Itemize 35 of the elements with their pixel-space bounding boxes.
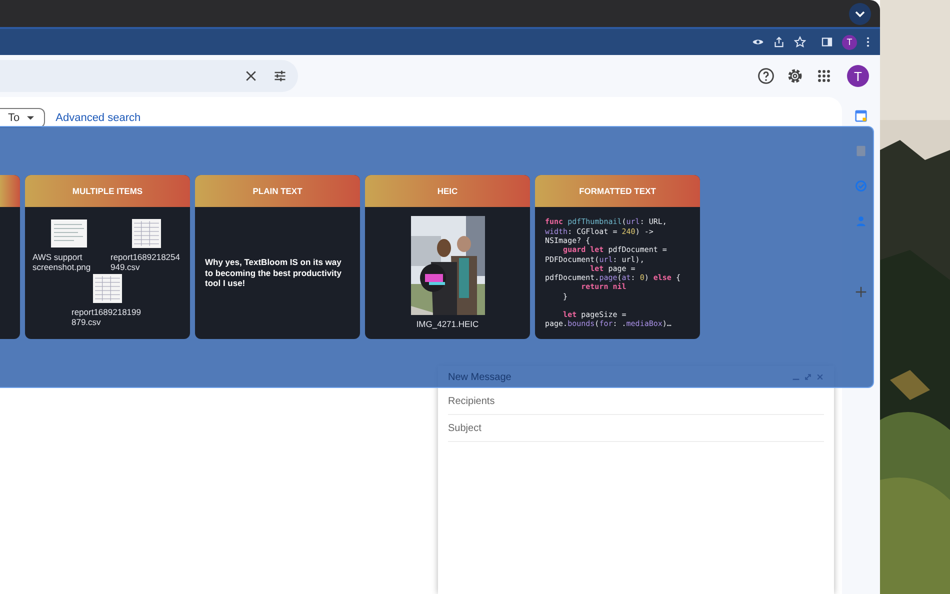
filter-sliders-icon[interactable] (273, 69, 287, 83)
clipboard-card[interactable]: MULTIPLE ITEMS AWS support screenshot.png report1689218254949.csv report1689218199879.csv (25, 175, 190, 339)
file-name: report1689218199879.csv (72, 307, 142, 328)
close-icon[interactable] (244, 69, 258, 83)
clipboard-card[interactable]: HEIC IMG_4271.HEIC (365, 175, 530, 339)
side-panel-icon[interactable] (821, 36, 833, 48)
advanced-search-link[interactable]: Advanced search (56, 112, 141, 124)
card-title: FORMATTED TEXT (579, 186, 656, 196)
chevron-down-icon[interactable] (849, 2, 871, 24)
file-name: report1689218254949.csv (110, 252, 181, 272)
search-field[interactable] (0, 60, 298, 92)
screenshot-thumbnail-icon (50, 218, 86, 248)
clipboard-card[interactable] (0, 175, 20, 339)
spreadsheet-thumbnail-icon (93, 274, 122, 303)
card-title: HEIC (437, 186, 458, 196)
compose-title: New Message (448, 372, 512, 382)
spreadsheet-thumbnail-icon (132, 218, 161, 248)
card-title: PLAIN TEXT (252, 186, 302, 196)
clipboard-card[interactable]: PLAIN TEXT Why yes, TextBloom IS on its way to becoming the best productivity tool I use! (195, 175, 360, 339)
caret-icon (26, 116, 34, 120)
help-icon[interactable] (757, 67, 775, 85)
settings-icon[interactable] (786, 67, 804, 85)
file-name: IMG_4271.HEIC (416, 319, 479, 330)
clipboard-card[interactable] (535, 175, 700, 339)
star-icon[interactable] (794, 36, 806, 48)
share-icon[interactable] (773, 36, 785, 48)
to-filter-chip[interactable]: To (0, 108, 45, 128)
profile-avatar[interactable]: T (842, 34, 857, 50)
clip-text: Why yes, TextBloom IS on its way to becoming the best productivity tool I use! (205, 257, 342, 289)
apps-grid-icon[interactable] (815, 67, 833, 85)
card-title: MULTIPLE ITEMS (72, 186, 143, 196)
file-name: AWS support screenshot.png (32, 252, 92, 272)
more-options-icon[interactable] (866, 36, 870, 48)
account-avatar[interactable]: T (847, 65, 869, 87)
calendar-icon[interactable] (855, 110, 867, 122)
